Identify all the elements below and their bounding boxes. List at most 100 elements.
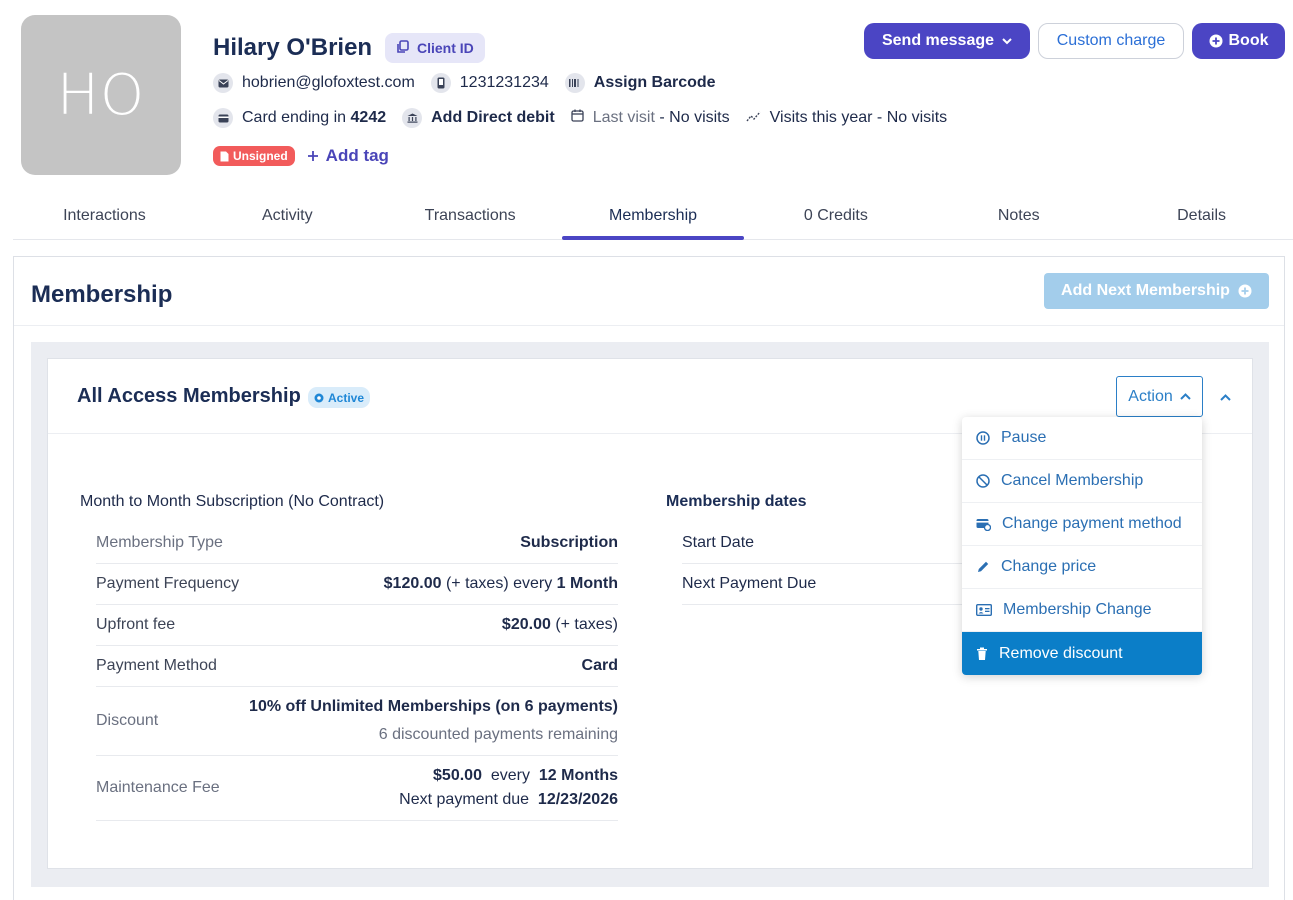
unsigned-badge[interactable]: Unsigned bbox=[213, 146, 295, 166]
cancel-circle-icon bbox=[976, 474, 990, 488]
barcode-icon bbox=[564, 73, 585, 93]
tab-credits[interactable]: 0 Credits bbox=[744, 193, 927, 239]
last-visit-item: Last visit - No visits bbox=[571, 109, 730, 127]
pencil-icon bbox=[978, 561, 989, 572]
detail-value: $20.00 (+ taxes) bbox=[501, 616, 618, 633]
action-label: Action bbox=[1128, 387, 1173, 405]
menu-item-label: Pause bbox=[1001, 429, 1047, 446]
subscription-title: Month to Month Subscription (No Contract… bbox=[80, 493, 385, 510]
document-icon bbox=[220, 151, 229, 161]
profile-tabs: Interactions Activity Transactions Membe… bbox=[13, 193, 1293, 240]
card-text: Card ending in 4242 bbox=[242, 109, 387, 126]
phone-item: 1231231234 bbox=[430, 73, 549, 93]
assign-barcode-item[interactable]: Assign Barcode bbox=[564, 73, 716, 93]
phone-icon bbox=[430, 73, 451, 93]
menu-item-label: Membership Change bbox=[1003, 601, 1152, 618]
book-button[interactable]: Book bbox=[1192, 23, 1285, 59]
detail-row-upfront: Upfront fee $20.00 (+ taxes) bbox=[96, 605, 618, 646]
active-dot-icon bbox=[314, 393, 324, 402]
action-button[interactable]: Action bbox=[1116, 376, 1203, 417]
copy-icon bbox=[396, 39, 410, 57]
visits-year-item: Visits this year - No visits bbox=[746, 109, 948, 127]
membership-dates-title: Membership dates bbox=[666, 493, 807, 510]
phone-text[interactable]: 1231231234 bbox=[460, 74, 549, 92]
detail-value: Card bbox=[581, 657, 618, 674]
email-icon bbox=[213, 73, 233, 93]
avatar: HO bbox=[21, 15, 181, 175]
detail-value: 10% off Unlimited Memberships (on 6 paym… bbox=[249, 698, 618, 743]
client-id-label: Client ID bbox=[417, 40, 474, 56]
contact-row: hobrien@glofoxtest.com 1231231234 Assign… bbox=[213, 73, 732, 93]
trash-icon bbox=[977, 647, 987, 660]
tab-interactions[interactable]: Interactions bbox=[13, 193, 196, 239]
start-date-row: Start Date bbox=[682, 523, 982, 564]
assign-barcode-label: Assign Barcode bbox=[593, 74, 716, 91]
detail-label: Upfront fee bbox=[96, 616, 176, 633]
menu-item-label: Change price bbox=[1001, 558, 1097, 575]
last-visit-text: Last visit - No visits bbox=[592, 109, 730, 126]
menu-item-change-price[interactable]: Change price bbox=[962, 546, 1202, 589]
client-id-button[interactable]: Client ID bbox=[385, 33, 485, 63]
chevron-up-icon bbox=[1219, 393, 1231, 401]
detail-value: $50.00 every 12 Months Next payment due … bbox=[399, 767, 618, 808]
detail-label: Payment Frequency bbox=[96, 575, 240, 592]
menu-item-label: Change payment method bbox=[1002, 515, 1182, 532]
detail-row-method: Payment Method Card bbox=[96, 646, 618, 687]
add-direct-debit-label: Add Direct debit bbox=[431, 109, 555, 126]
send-message-button[interactable]: Send message bbox=[864, 23, 1030, 59]
email-item: hobrien@glofoxtest.com bbox=[213, 73, 415, 93]
detail-value: Subscription bbox=[520, 534, 618, 551]
action-menu: Pause Cancel Membership Change payment m… bbox=[962, 417, 1202, 675]
add-next-membership-button[interactable]: Add Next Membership bbox=[1044, 273, 1269, 309]
detail-label: Payment Method bbox=[96, 657, 217, 674]
collapse-toggle[interactable] bbox=[1216, 388, 1234, 406]
card-settings-icon bbox=[976, 518, 991, 531]
card-item: Card ending in 4242 bbox=[213, 108, 386, 128]
calendar-icon bbox=[571, 109, 584, 127]
bank-icon bbox=[402, 108, 423, 128]
visits-year-text: Visits this year - No visits bbox=[769, 109, 948, 126]
plus-icon bbox=[307, 151, 318, 161]
menu-item-label: Cancel Membership bbox=[1001, 472, 1144, 489]
tab-details[interactable]: Details bbox=[1110, 193, 1293, 239]
detail-row-frequency: Payment Frequency $120.00 (+ taxes) ever… bbox=[96, 564, 618, 605]
divider bbox=[14, 325, 1284, 326]
send-message-label: Send message bbox=[881, 32, 995, 49]
credit-card-icon bbox=[213, 108, 233, 128]
membership-title: Membership bbox=[31, 281, 173, 308]
add-tag-button[interactable]: Add tag bbox=[307, 146, 389, 166]
tab-notes[interactable]: Notes bbox=[927, 193, 1110, 239]
detail-row-maintenance: Maintenance Fee $50.00 every 12 Months N… bbox=[96, 756, 618, 821]
detail-row-type: Membership Type Subscription bbox=[96, 523, 618, 564]
tab-activity[interactable]: Activity bbox=[196, 193, 379, 239]
chevron-up-icon bbox=[1180, 393, 1191, 400]
client-name: Hilary O'Brien bbox=[213, 34, 373, 61]
tab-membership[interactable]: Membership bbox=[561, 193, 745, 240]
custom-charge-label: Custom charge bbox=[1056, 32, 1166, 49]
detail-label: Discount bbox=[96, 712, 159, 729]
add-next-membership-label: Add Next Membership bbox=[1061, 282, 1230, 299]
trend-icon bbox=[746, 109, 761, 127]
billing-row: Card ending in 4242 Add Direct debit Las… bbox=[213, 108, 963, 128]
membership-name: All Access Membership bbox=[77, 385, 301, 407]
menu-item-membership-change[interactable]: Membership Change bbox=[962, 589, 1202, 632]
status-label: Active bbox=[328, 390, 365, 405]
membership-details: Membership Type Subscription Payment Fre… bbox=[96, 523, 618, 821]
custom-charge-button[interactable]: Custom charge bbox=[1038, 23, 1184, 59]
email-text[interactable]: hobrien@glofoxtest.com bbox=[242, 74, 415, 92]
add-direct-debit-item[interactable]: Add Direct debit bbox=[402, 108, 555, 128]
menu-item-cancel-membership[interactable]: Cancel Membership bbox=[962, 460, 1202, 503]
tab-transactions[interactable]: Transactions bbox=[379, 193, 562, 239]
add-tag-label: Add tag bbox=[325, 146, 389, 165]
menu-item-change-payment-method[interactable]: Change payment method bbox=[962, 503, 1202, 546]
start-date-label: Start Date bbox=[682, 534, 755, 551]
membership-dates: Start Date Next Payment Due bbox=[682, 523, 982, 605]
tags-row: Unsigned Add tag bbox=[213, 146, 389, 166]
menu-item-pause[interactable]: Pause bbox=[962, 417, 1202, 460]
book-label: Book bbox=[1228, 32, 1269, 49]
menu-item-remove-discount[interactable]: Remove discount bbox=[962, 632, 1202, 675]
id-card-icon bbox=[976, 604, 992, 616]
detail-row-discount: Discount 10% off Unlimited Memberships (… bbox=[96, 687, 618, 756]
next-payment-row: Next Payment Due bbox=[682, 564, 982, 605]
status-badge: Active bbox=[308, 387, 371, 408]
